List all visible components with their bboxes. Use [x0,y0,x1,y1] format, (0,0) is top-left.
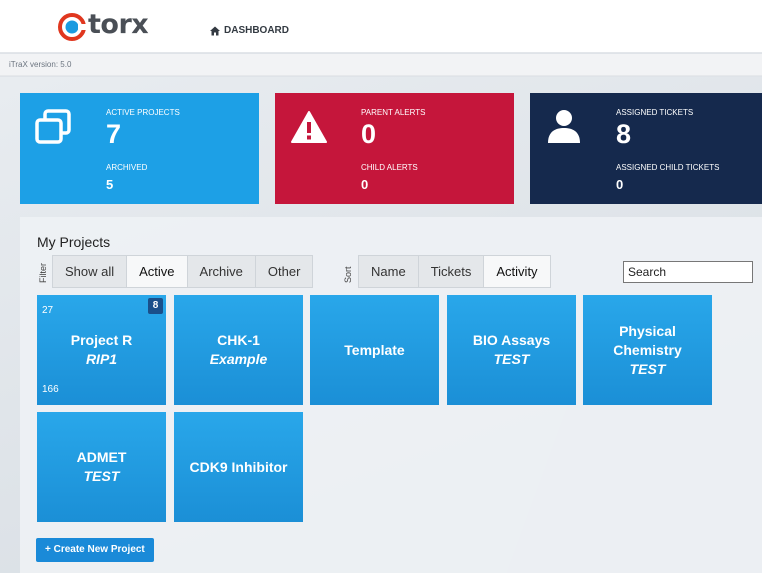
home-icon [210,26,220,35]
warning-icon [291,111,327,143]
sort-activity[interactable]: Activity [484,256,550,287]
assigned-tickets-value: 8 [616,119,632,149]
parent-alerts-value: 0 [361,119,377,149]
my-projects-panel: My Projects Filter Show all Active Archi… [20,217,762,573]
user-icon [548,110,580,143]
archived-label: ARCHIVED [106,163,148,172]
filter-active[interactable]: Active [127,256,188,287]
nav-dashboard-link[interactable]: DASHBOARD [210,25,289,36]
tile-name: Physical Chemistry [613,322,682,358]
project-tile[interactable]: Physical Chemistry TEST [583,295,712,405]
search-input[interactable] [623,261,753,283]
create-new-project-button[interactable]: + Create New Project [36,538,154,562]
active-projects-card[interactable]: ACTIVE PROJECTS 7 ARCHIVED 5 [20,93,259,204]
alerts-card[interactable]: PARENT ALERTS 0 CHILD ALERTS 0 [275,93,514,204]
logo-text: torx [88,9,149,40]
sort-name[interactable]: Name [359,256,419,287]
tile-count-bottom: 166 [42,384,59,395]
tile-name: BIO Assays [472,332,551,348]
tile-ticket-badge: 8 [148,298,163,314]
project-tile[interactable]: 27 8 Project R RIP1 166 [37,295,166,405]
tile-subtitle: TEST [629,360,666,377]
my-projects-title: My Projects [37,234,111,250]
tile-name: Project R [70,332,133,348]
version-bar: iTraX version: 5.0 [0,54,762,76]
assigned-child-tickets-value: 0 [616,177,624,192]
top-navigation-bar: torx DASHBOARD [0,0,762,53]
version-text: iTraX version: 5.0 [9,60,72,69]
filter-label: Filter [38,263,48,283]
tile-subtitle: RIP1 [85,351,118,367]
project-tile[interactable]: CDK9 Inhibitor [174,412,303,522]
tile-subtitle: Example [209,351,268,367]
active-projects-value: 7 [106,119,122,149]
filter-group: Show all Active Archive Other [52,255,314,288]
project-tile[interactable]: CHK-1 Example [174,295,303,405]
sort-group: Name Tickets Activity [358,255,551,288]
assigned-child-tickets-label: ASSIGNED CHILD TICKETS [616,163,720,172]
archived-value: 5 [106,177,114,192]
filter-other[interactable]: Other [256,256,313,287]
project-tile[interactable]: ADMET TEST [37,412,166,522]
tile-subtitle: TEST [83,468,120,484]
torx-logo-icon [58,13,86,41]
project-tile[interactable]: BIO Assays TEST [447,295,576,405]
assigned-tickets-label: ASSIGNED TICKETS [616,108,694,117]
tile-name: CHK-1 [217,332,260,348]
filter-show-all[interactable]: Show all [53,256,128,287]
tile-name: ADMET [76,449,127,465]
nav-dashboard-label: DASHBOARD [224,25,289,36]
project-tile[interactable]: Template [310,295,439,405]
parent-alerts-label: PARENT ALERTS [361,108,426,117]
active-projects-label: ACTIVE PROJECTS [106,108,180,117]
filter-archive[interactable]: Archive [188,256,256,287]
tile-name: CDK9 Inhibitor [189,458,288,475]
tile-subtitle: TEST [493,351,530,367]
tile-count-top: 27 [42,305,54,316]
torx-logo[interactable]: torx [58,9,149,43]
child-alerts-value: 0 [361,177,369,192]
windows-icon [35,109,71,144]
tile-name: Template [344,341,405,358]
sort-tickets[interactable]: Tickets [419,256,485,287]
child-alerts-label: CHILD ALERTS [361,163,418,172]
assigned-tickets-card[interactable]: ASSIGNED TICKETS 8 ASSIGNED CHILD TICKET… [530,93,762,204]
sort-label: Sort [343,266,353,283]
